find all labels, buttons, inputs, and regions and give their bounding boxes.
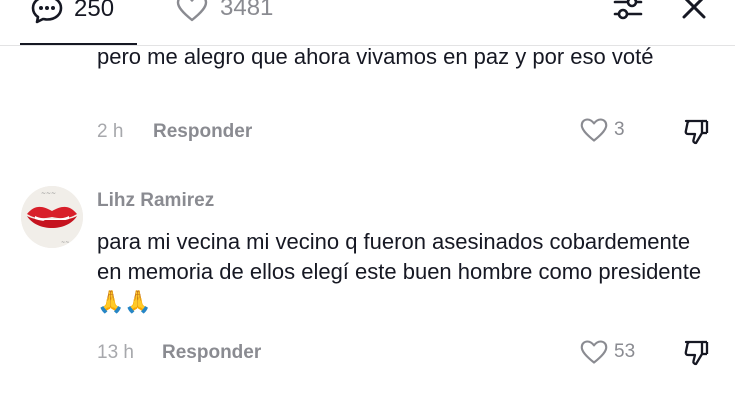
likes-count: 3481 (220, 0, 274, 21)
dislike-icon[interactable] (682, 339, 710, 367)
comment-text: pero me alegro que ahora vivamos en paz … (97, 44, 654, 69)
avatar[interactable]: ~~~ ~~ (21, 186, 83, 248)
tab-likes[interactable]: 3481 (176, 0, 273, 22)
dislike-icon[interactable] (682, 118, 710, 146)
heart-icon (580, 118, 608, 142)
comments-header: 250 3481 (0, 0, 735, 46)
like-count: 3 (614, 119, 625, 140)
comment-icon (31, 0, 63, 24)
svg-text:~~: ~~ (61, 240, 69, 246)
avatar-lips: ~~~ ~~ (21, 186, 83, 248)
comment-time: 2 h (97, 121, 124, 142)
comment-author[interactable]: Lihz Ramirez (97, 190, 214, 212)
heart-icon (580, 340, 608, 364)
comment-like-button[interactable]: 3 (580, 117, 625, 143)
comment-time: 13 h (97, 342, 134, 363)
comment-like-button[interactable]: 53 (580, 339, 635, 365)
tab-comments[interactable]: 250 (30, 0, 114, 24)
reply-button[interactable]: Responder (153, 121, 252, 143)
reply-button[interactable]: Responder (162, 342, 261, 364)
close-icon[interactable] (681, 0, 707, 20)
svg-text:~~~: ~~~ (41, 190, 56, 197)
comments-count: 250 (74, 0, 115, 22)
heart-icon (176, 0, 208, 22)
like-count: 53 (614, 341, 636, 362)
comment-text: para mi vecina mi vecino q fueron asesin… (97, 229, 702, 314)
filter-icon[interactable] (612, 0, 644, 24)
